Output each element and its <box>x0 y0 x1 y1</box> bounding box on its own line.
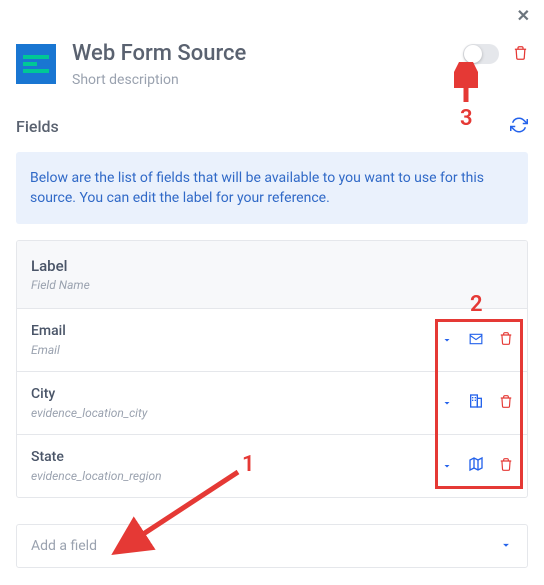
refresh-icon[interactable] <box>510 116 528 138</box>
toggle-knob <box>464 45 482 63</box>
chevron-down-icon[interactable] <box>441 457 453 476</box>
field-name: evidence_location_region <box>31 469 162 483</box>
header-actions <box>463 40 528 64</box>
table-head: Label Field Name <box>17 241 527 308</box>
fields-table: Label Field Name Email Email City eviden… <box>16 240 528 498</box>
page-subtitle: Short description <box>72 72 447 88</box>
title-block: Web Form Source Short description <box>72 40 447 88</box>
info-banner: Below are the list of fields that will b… <box>16 152 528 225</box>
field-label[interactable]: State <box>31 449 162 465</box>
chevron-down-icon[interactable] <box>441 394 453 413</box>
table-row: City evidence_location_city <box>17 371 527 434</box>
building-icon[interactable] <box>467 393 485 413</box>
field-name: evidence_location_city <box>31 406 147 420</box>
delete-field-button[interactable] <box>499 457 513 476</box>
source-logo <box>16 44 56 84</box>
field-name: Email <box>31 343 66 357</box>
close-icon[interactable]: ✕ <box>517 6 530 25</box>
field-label[interactable]: Email <box>31 323 66 339</box>
envelope-icon[interactable] <box>467 331 485 350</box>
fields-section-header: Fields <box>0 92 544 146</box>
page-title: Web Form Source <box>72 40 447 69</box>
chevron-down-icon[interactable] <box>441 331 453 350</box>
map-icon[interactable] <box>467 456 485 476</box>
table-row: State evidence_location_region <box>17 434 527 497</box>
th-label: Label <box>31 257 513 275</box>
th-sub: Field Name <box>31 278 513 292</box>
add-field-select[interactable]: Add a field <box>16 524 528 568</box>
field-label[interactable]: City <box>31 386 147 402</box>
delete-field-button[interactable] <box>499 331 513 350</box>
delete-source-button[interactable] <box>513 45 528 64</box>
table-row: Email Email <box>17 308 527 371</box>
header: Web Form Source Short description <box>0 26 544 92</box>
enable-toggle[interactable] <box>463 44 499 64</box>
chevron-down-icon <box>499 537 513 556</box>
fields-section-title: Fields <box>16 117 59 136</box>
delete-field-button[interactable] <box>499 394 513 413</box>
add-field-placeholder: Add a field <box>31 538 97 554</box>
